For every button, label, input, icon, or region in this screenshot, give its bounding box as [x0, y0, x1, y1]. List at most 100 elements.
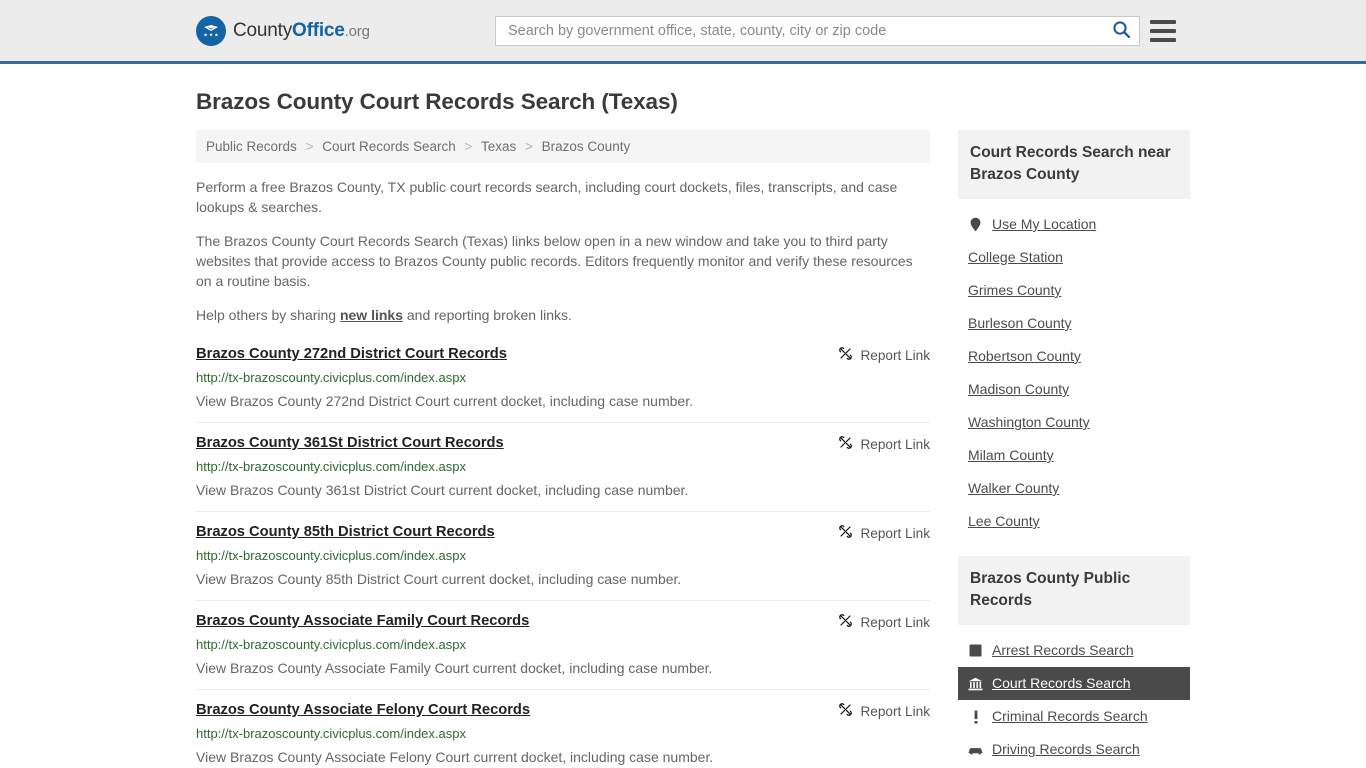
hamburger-menu-button[interactable]	[1150, 18, 1176, 44]
sidebar-item-arrest-records-search[interactable]: Arrest Records Search	[958, 634, 1190, 667]
sidebar-item-milam-county[interactable]: Milam County	[958, 439, 1190, 472]
intro-p3-before: Help others by sharing	[196, 307, 340, 323]
report-link-label: Report Link	[860, 347, 930, 363]
broken-link-icon	[838, 702, 853, 720]
results-list: Brazos County 272nd District Court Recor…	[196, 339, 930, 768]
result-title-link[interactable]: Brazos County 272nd District Court Recor…	[196, 345, 507, 364]
broken-link-icon	[838, 435, 853, 453]
broken-link-icon	[838, 346, 853, 364]
sidebar-item-criminal-records-search[interactable]: Criminal Records Search	[958, 700, 1190, 733]
sidebar-item-lee-county[interactable]: Lee County	[958, 505, 1190, 538]
sidebar-item-label: Robertson County	[968, 348, 1081, 364]
result-header: Brazos County 361St District Court Recor…	[196, 434, 930, 453]
sidebar-item-use-my-location[interactable]: Use My Location	[958, 208, 1190, 241]
breadcrumb-item-court-records-search[interactable]: Court Records Search	[322, 139, 456, 154]
new-links-link[interactable]: new links	[340, 307, 403, 323]
result-header: Brazos County 272nd District Court Recor…	[196, 345, 930, 364]
sidebar-item-label: Madison County	[968, 381, 1070, 397]
sidebar-nearby-section: Court Records Search near Brazos County …	[958, 130, 1190, 538]
result-item: Brazos County 272nd District Court Recor…	[196, 339, 930, 422]
sidebar-item-grimes-county[interactable]: Grimes County	[958, 274, 1190, 307]
page-container: Brazos County Court Records Search (Texa…	[0, 89, 1366, 768]
courthouse-icon	[968, 676, 983, 692]
page-title: Brazos County Court Records Search (Texa…	[196, 89, 678, 114]
intro-paragraph-2: The Brazos County Court Records Search (…	[196, 233, 913, 289]
sidebar-item-court-records-search[interactable]: Court Records Search	[958, 667, 1190, 700]
eagle-shield-logo-icon	[196, 15, 226, 46]
search-bar	[495, 15, 1140, 46]
result-description: View Brazos County Associate Family Cour…	[196, 660, 713, 676]
result-header: Brazos County Associate Family Court Rec…	[196, 612, 930, 631]
breadcrumb: Public Records > Court Records Search > …	[196, 130, 930, 163]
breadcrumb-item-brazos-county[interactable]: Brazos County	[542, 139, 631, 154]
result-url[interactable]: http://tx-brazoscounty.civicplus.com/ind…	[196, 726, 930, 742]
logo-text-org: .org	[344, 22, 370, 40]
result-title-link[interactable]: Brazos County 361St District Court Recor…	[196, 434, 504, 453]
sidebar: Court Records Search near Brazos County …	[958, 130, 1190, 768]
result-item: Brazos County Associate Felony Court Rec…	[196, 689, 930, 768]
result-item: Brazos County 85th District Court Record…	[196, 511, 930, 600]
logo-text-office: Office	[292, 19, 345, 41]
report-link-button[interactable]: Report Link	[838, 612, 930, 631]
search-icon	[1112, 20, 1131, 42]
sidebar-item-walker-county[interactable]: Walker County	[958, 472, 1190, 505]
intro-paragraph-1: Perform a free Brazos County, TX public …	[196, 179, 898, 215]
report-link-button[interactable]: Report Link	[838, 434, 930, 453]
sidebar-nearby-list: Use My Location College Station Grimes C…	[958, 199, 1190, 538]
result-header: Brazos County 85th District Court Record…	[196, 523, 930, 542]
sidebar-item-burleson-county[interactable]: Burleson County	[958, 307, 1190, 340]
report-link-button[interactable]: Report Link	[838, 345, 930, 364]
broken-link-icon	[838, 613, 853, 631]
sidebar-item-label: Grimes County	[968, 282, 1062, 298]
car-icon	[968, 742, 983, 758]
sidebar-item-washington-county[interactable]: Washington County	[958, 406, 1190, 439]
report-link-button[interactable]: Report Link	[838, 523, 930, 542]
result-title-link[interactable]: Brazos County Associate Family Court Rec…	[196, 612, 529, 631]
sidebar-item-label: Court Records Search	[992, 675, 1131, 691]
sidebar-item-label: Walker County	[968, 480, 1060, 496]
result-title-link[interactable]: Brazos County 85th District Court Record…	[196, 523, 495, 542]
sidebar-item-madison-county[interactable]: Madison County	[958, 373, 1190, 406]
result-url[interactable]: http://tx-brazoscounty.civicplus.com/ind…	[196, 370, 930, 386]
sidebar-item-label: Burleson County	[968, 315, 1072, 331]
breadcrumb-separator: >	[464, 139, 473, 154]
intro-paragraph-3: Help others by sharing new links and rep…	[196, 305, 930, 325]
result-item: Brazos County Associate Family Court Rec…	[196, 600, 930, 689]
sidebar-item-college-station[interactable]: College Station	[958, 241, 1190, 274]
site-logo[interactable]: CountyOffice.org	[196, 15, 370, 46]
sidebar-item-label: Washington County	[968, 414, 1090, 430]
result-description: View Brazos County 272nd District Court …	[196, 393, 693, 409]
sidebar-public-records-heading: Brazos County Public Records	[958, 556, 1190, 625]
exclamation-icon	[968, 709, 983, 725]
sidebar-item-label: College Station	[968, 249, 1063, 265]
search-button[interactable]	[1103, 17, 1139, 45]
sidebar-item-label: Milam County	[968, 447, 1054, 463]
result-title-link[interactable]: Brazos County Associate Felony Court Rec…	[196, 701, 530, 720]
result-url[interactable]: http://tx-brazoscounty.civicplus.com/ind…	[196, 459, 930, 475]
sidebar-item-label: Criminal Records Search	[992, 708, 1148, 724]
sidebar-item-label: Lee County	[968, 513, 1040, 529]
result-description: View Brazos County 85th District Court c…	[196, 571, 682, 587]
main-column: Public Records > Court Records Search > …	[196, 130, 930, 768]
breadcrumb-item-texas[interactable]: Texas	[481, 139, 516, 154]
logo-text-county: County	[233, 19, 293, 41]
content-row: Public Records > Court Records Search > …	[196, 130, 1190, 768]
result-description: View Brazos County 361st District Court …	[196, 482, 689, 498]
result-url[interactable]: http://tx-brazoscounty.civicplus.com/ind…	[196, 548, 930, 564]
report-link-label: Report Link	[860, 436, 930, 452]
result-item: Brazos County 361St District Court Recor…	[196, 422, 930, 511]
breadcrumb-separator: >	[305, 139, 314, 154]
breadcrumb-item-public-records[interactable]: Public Records	[206, 139, 297, 154]
hamburger-menu-icon-bar	[1150, 19, 1176, 24]
breadcrumb-separator: >	[525, 139, 533, 154]
report-link-label: Report Link	[860, 525, 930, 541]
site-logo-text: CountyOffice.org	[233, 20, 370, 42]
search-input[interactable]	[496, 16, 1103, 45]
report-link-button[interactable]: Report Link	[838, 701, 930, 720]
sidebar-item-robertson-county[interactable]: Robertson County	[958, 340, 1190, 373]
sidebar-public-records-list: Arrest Records Search Court Records Sear…	[958, 625, 1190, 766]
result-url[interactable]: http://tx-brazoscounty.civicplus.com/ind…	[196, 637, 930, 653]
sidebar-item-label: Driving Records Search	[992, 741, 1140, 757]
sidebar-nearby-heading: Court Records Search near Brazos County	[958, 130, 1190, 199]
sidebar-item-driving-records-search[interactable]: Driving Records Search	[958, 733, 1190, 766]
